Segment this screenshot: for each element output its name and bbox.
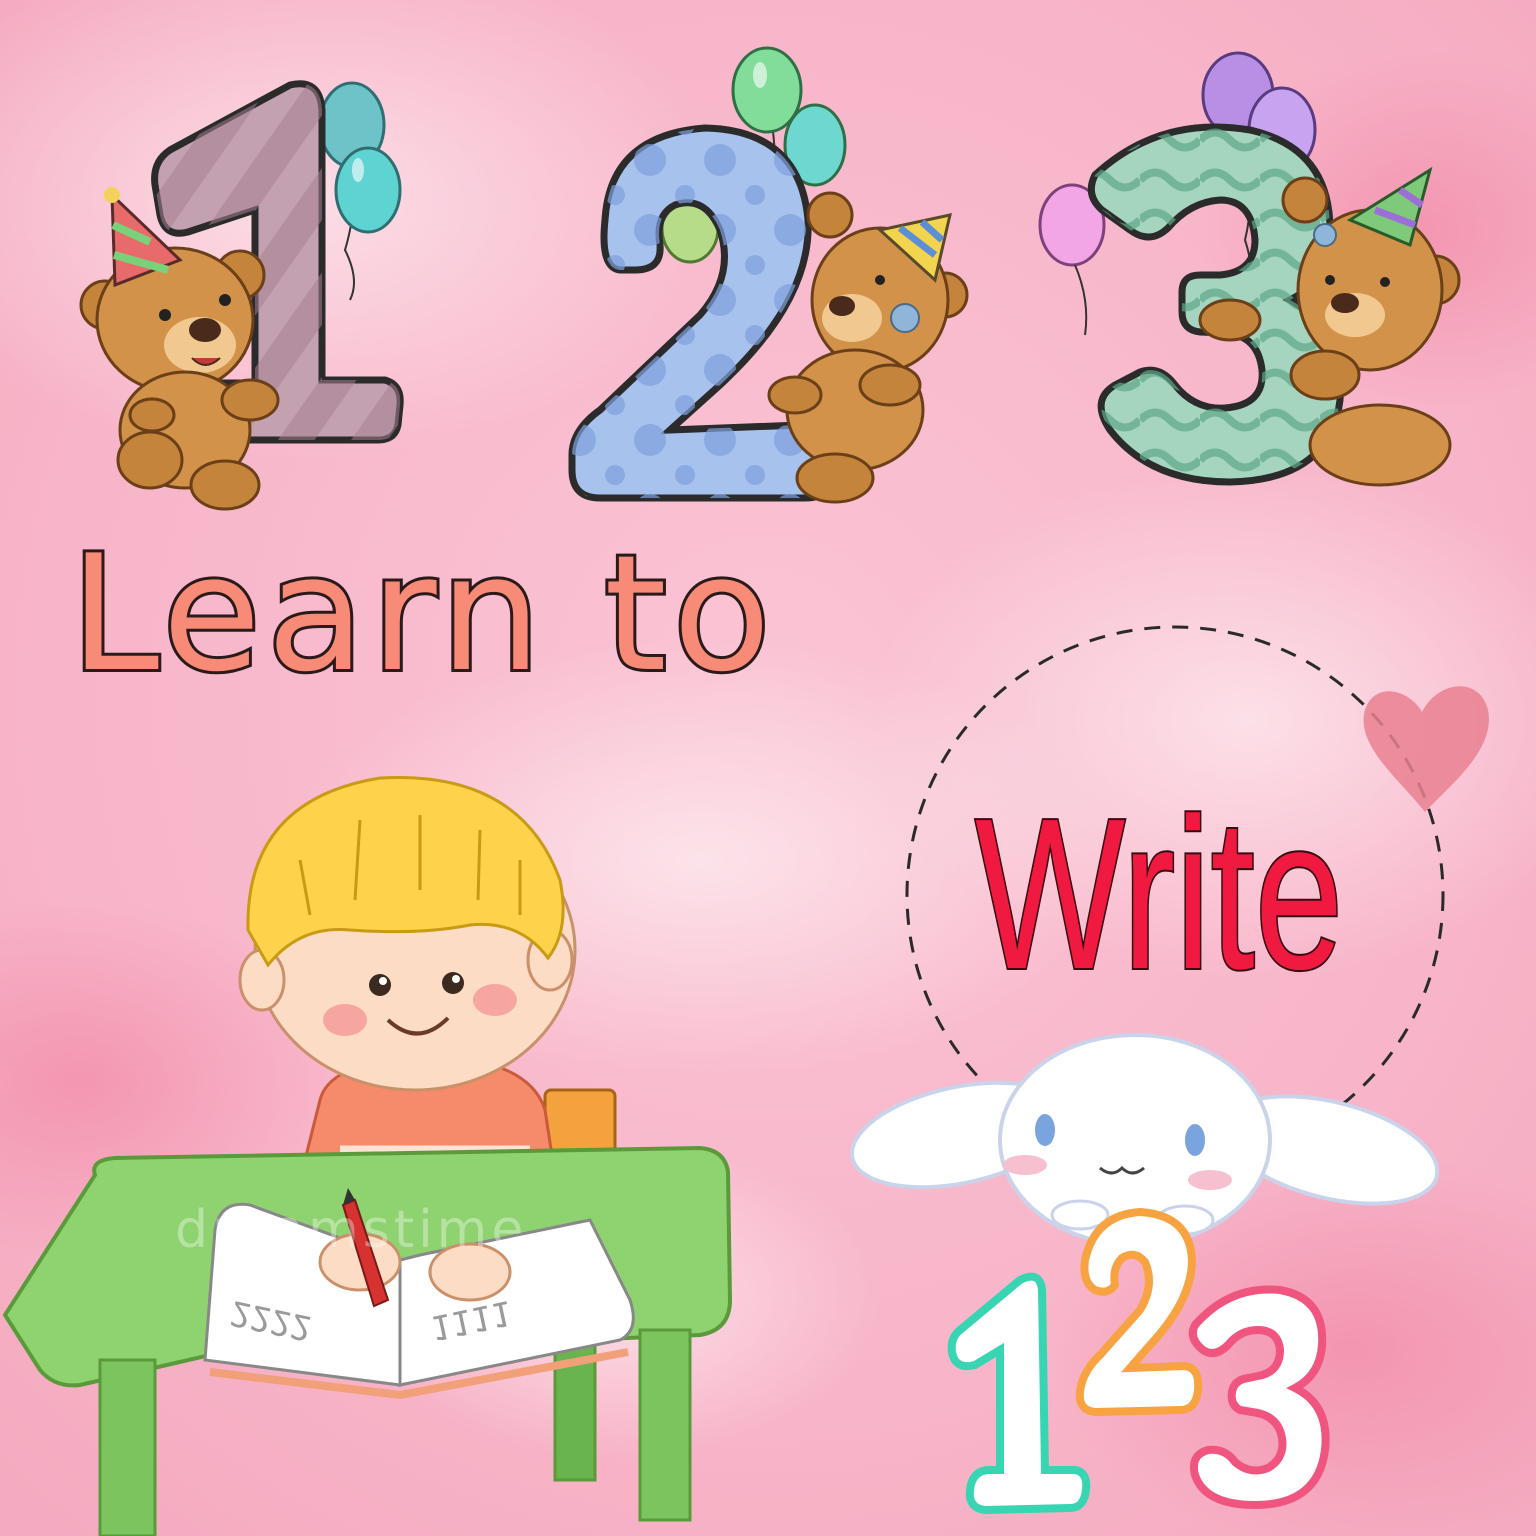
title-write: Write xyxy=(974,771,1345,1016)
watermark: dreamstime xyxy=(175,1200,528,1260)
title-learn-to: Learn to xyxy=(67,517,777,710)
bottom-numeral-2-label: 2 xyxy=(1130,1300,1155,1346)
numeral-1-label: 1 xyxy=(270,230,295,276)
numeral-3-label: 3 xyxy=(1210,300,1235,346)
bottom-numeral-1-label: 1 xyxy=(1005,1380,1030,1426)
numeral-2-label: 2 xyxy=(690,300,715,346)
background-scene xyxy=(0,0,1536,1536)
bottom-numeral-3-label: 3 xyxy=(1250,1400,1275,1446)
